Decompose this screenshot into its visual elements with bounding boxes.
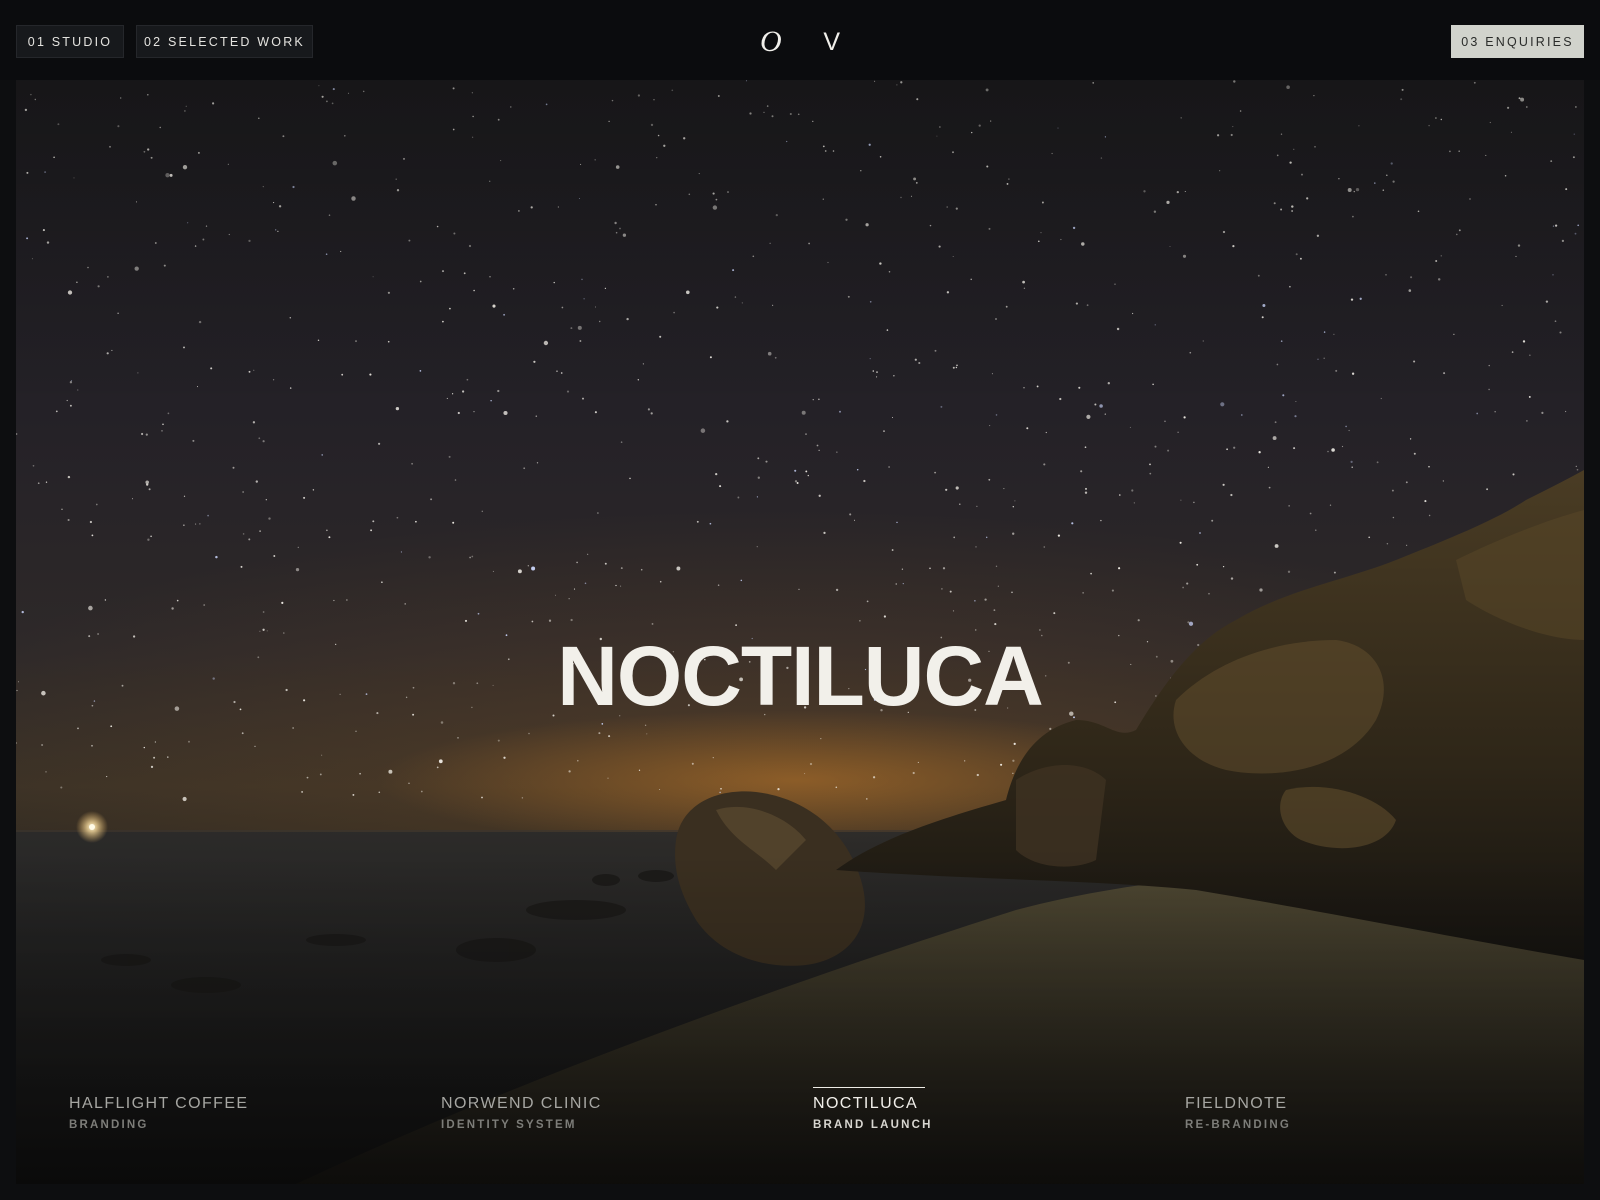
project-category: BRAND LAUNCH: [813, 1119, 933, 1131]
logo-letter-o: O: [760, 25, 782, 58]
logo[interactable]: O V: [748, 22, 852, 62]
nav-studio-button[interactable]: 01 STUDIO: [16, 25, 124, 58]
project-name: NORWEND CLINIC: [441, 1095, 602, 1112]
project-item-noctiluca[interactable]: NOCTILUCA BRAND LAUNCH: [813, 1087, 1113, 1131]
project-name: NOCTILUCA: [813, 1095, 919, 1112]
top-bar: 01 STUDIO 02 SELECTED WORK O V 03 ENQUIR…: [0, 0, 1600, 80]
active-indicator-bar: [813, 1087, 925, 1088]
project-item-fieldnote[interactable]: FIELDNOTE RE-BRANDING: [1185, 1095, 1485, 1131]
nav-enquiries-button[interactable]: 03 ENQUIRIES: [1451, 25, 1584, 58]
project-carousel-nav: HALFLIGHT COFFEE BRANDING NORWEND CLINIC…: [16, 1070, 1584, 1160]
page: 01 STUDIO 02 SELECTED WORK O V 03 ENQUIR…: [0, 0, 1600, 1200]
bottom-border: [0, 1184, 1600, 1200]
project-item-norwend-clinic[interactable]: NORWEND CLINIC IDENTITY SYSTEM: [441, 1095, 741, 1131]
hero-image: NOCTILUCA: [16, 80, 1584, 1184]
logo-letter-v: V: [823, 27, 840, 56]
project-name: HALFLIGHT COFFEE: [69, 1095, 249, 1112]
project-category: RE-BRANDING: [1185, 1119, 1291, 1131]
project-category: IDENTITY SYSTEM: [441, 1119, 577, 1131]
project-name: FIELDNOTE: [1185, 1095, 1288, 1112]
project-item-halflight-coffee[interactable]: HALFLIGHT COFFEE BRANDING: [69, 1095, 369, 1131]
nav-selected-work-button[interactable]: 02 SELECTED WORK: [136, 25, 313, 58]
project-category: BRANDING: [69, 1119, 149, 1131]
hero-title: NOCTILUCA: [557, 629, 1044, 724]
